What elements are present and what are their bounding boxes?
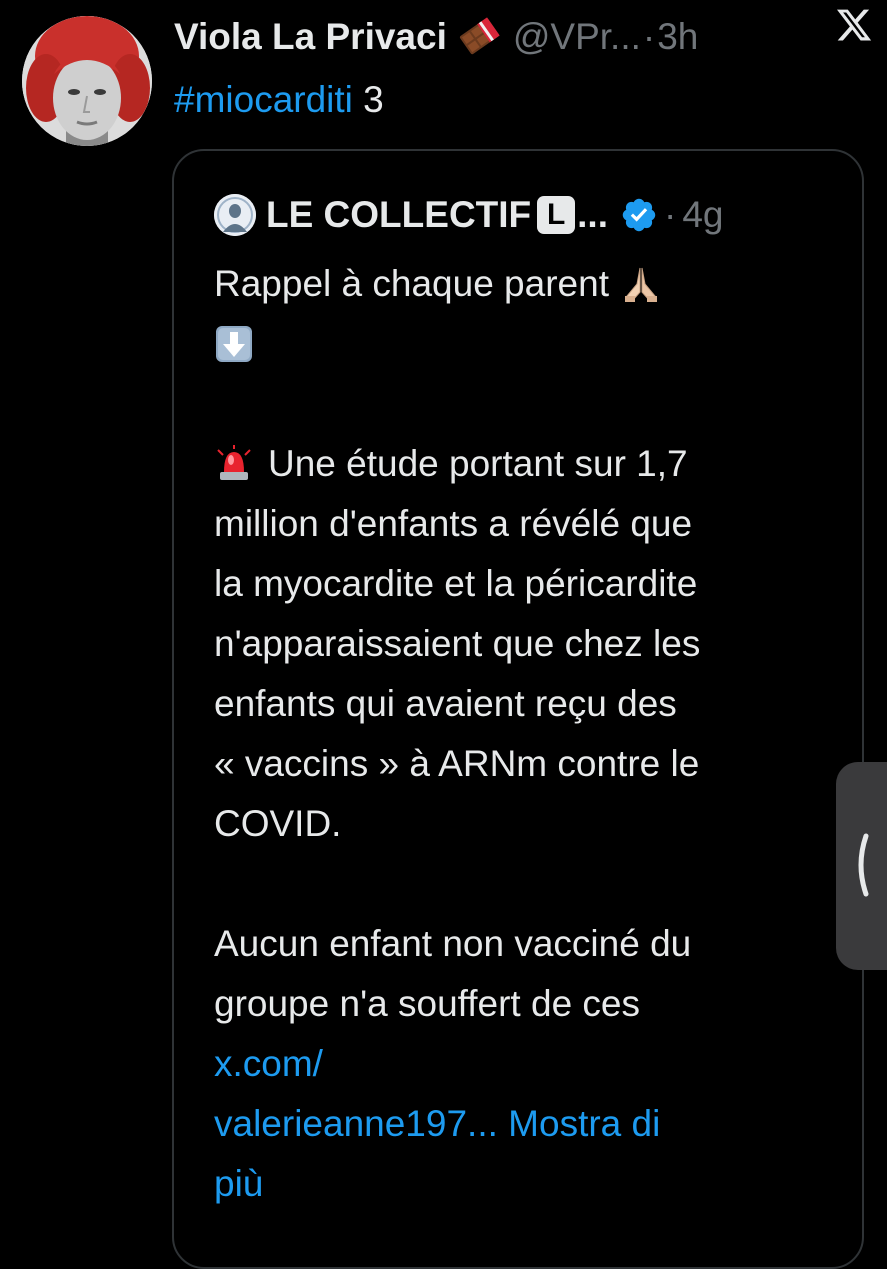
- post-time[interactable]: 3h: [657, 16, 698, 58]
- verified-badge-icon: [622, 198, 656, 232]
- text-line-content: Rappel à chaque parent: [214, 263, 609, 304]
- text-line: la myocardite et la péricardite: [214, 563, 698, 604]
- text-line: enfants qui avaient reçu des: [214, 683, 677, 724]
- quoted-post-card[interactable]: LE COLLECTIF L ... · 4g Rappel à chaque …: [172, 149, 864, 1269]
- link-text[interactable]: valerieanne197...: [214, 1094, 498, 1154]
- quoted-separator: ·: [664, 194, 677, 235]
- show-more-link[interactable]: Mostra di: [508, 1094, 660, 1154]
- police-light-icon: [217, 445, 251, 480]
- text-line: [214, 314, 844, 374]
- show-more-link[interactable]: più: [214, 1154, 844, 1214]
- text-line: valerieanne197... Mostra di: [214, 1094, 844, 1154]
- quoted-post-text: Rappel à chaque parent Une étude portant…: [214, 254, 844, 1214]
- text-line: groupe n'a souffert de ces: [214, 983, 641, 1024]
- author-handle[interactable]: @VPr...: [513, 16, 641, 58]
- folded-hands-icon: [624, 267, 657, 302]
- text-line: Aucun enfant non vacciné du: [214, 923, 692, 964]
- post-text-suffix: 3: [352, 79, 384, 120]
- author-display-name[interactable]: Viola La Privaci: [174, 16, 447, 58]
- name-ellipsis: ...: [577, 194, 608, 235]
- text-line: COVID.: [214, 803, 342, 844]
- quoted-post-time[interactable]: 4g: [682, 194, 723, 236]
- post-text: #miocarditi 3: [174, 76, 384, 124]
- link-text[interactable]: x.com/: [214, 1034, 844, 1094]
- text-line: Une étude portant sur 1,7: [214, 434, 844, 494]
- post-separator: ·: [642, 16, 656, 57]
- post-header: Viola La Privaci @VPr... · 3h: [174, 12, 867, 62]
- text-line: million d'enfants a révélé que: [214, 503, 693, 544]
- author-avatar[interactable]: [22, 16, 152, 146]
- avatar-photo: [22, 16, 152, 146]
- text-line: « vaccins » à ARNm contre le: [214, 743, 700, 784]
- hashtag-link[interactable]: #miocarditi: [174, 79, 353, 120]
- x-logo-icon: [835, 6, 873, 44]
- quoted-author-name[interactable]: LE COLLECTIF: [266, 194, 531, 236]
- quoted-post-header: LE COLLECTIF L ... · 4g: [214, 191, 723, 239]
- text-line-content: Une étude portant sur 1,7: [268, 443, 688, 484]
- chevron-left-icon: [858, 833, 869, 897]
- chocolate-bar-icon: [457, 17, 503, 57]
- side-panel-handle[interactable]: [836, 762, 887, 970]
- quoted-author-avatar[interactable]: [214, 194, 256, 236]
- text-line: Rappel à chaque parent: [214, 254, 844, 314]
- down-arrow-icon: [216, 326, 252, 362]
- l-letter-badge: L: [537, 196, 576, 234]
- text-line: n'apparaissaient que chez les: [214, 623, 701, 664]
